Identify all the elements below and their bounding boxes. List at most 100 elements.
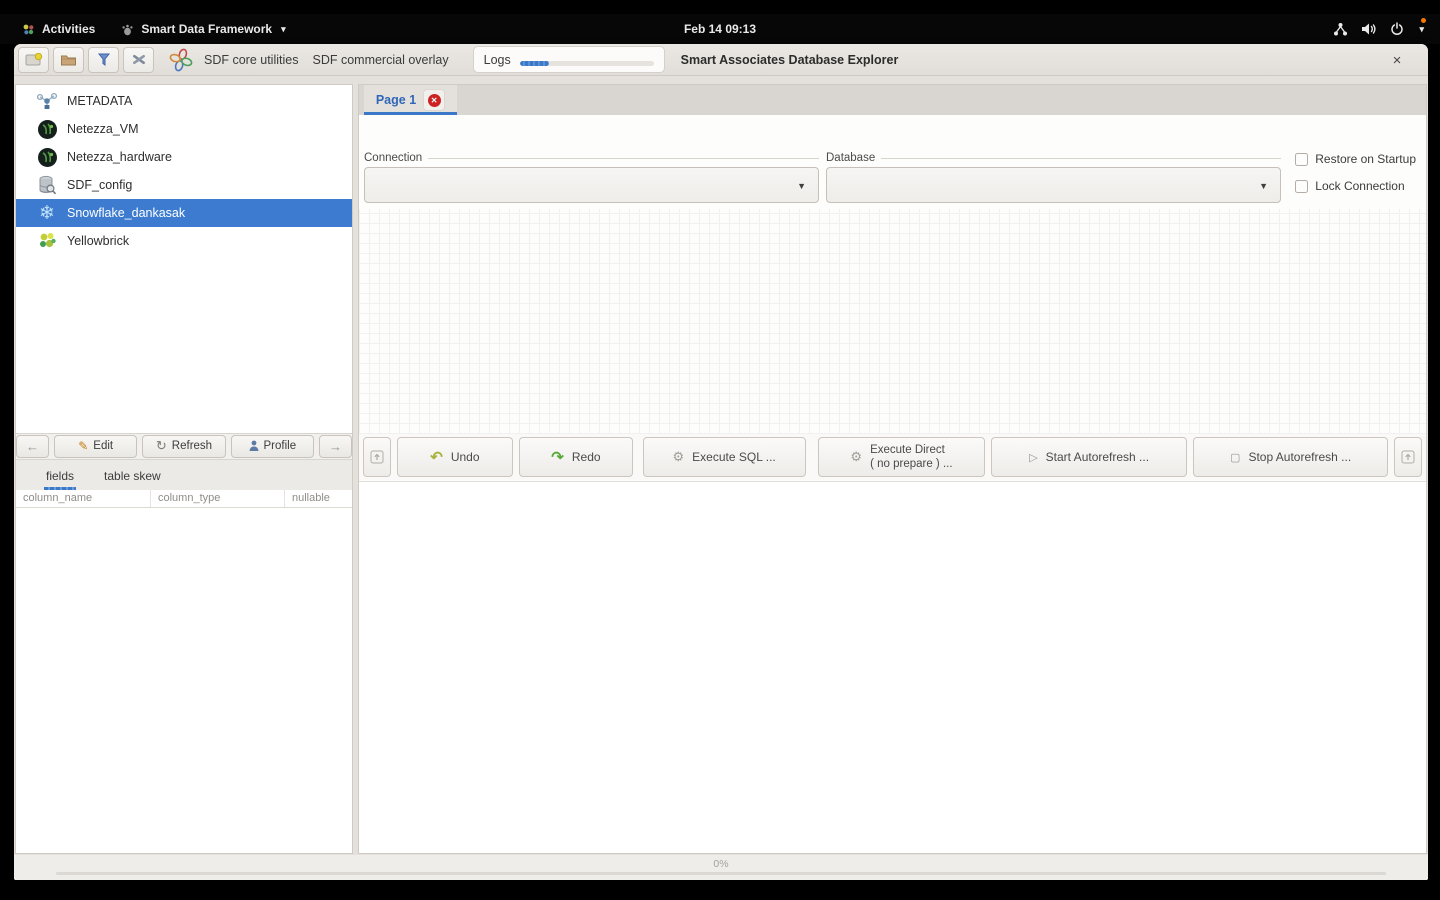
logs-button[interactable]: Logs xyxy=(472,46,665,73)
start-autorefresh-button[interactable]: ▷ Start Autorefresh ... xyxy=(991,437,1187,477)
nav-back-button[interactable]: ← xyxy=(16,434,49,458)
main-panel: Page 1 ✕ Connection ▼ Database ▼ Restore… xyxy=(358,84,1427,854)
play-icon: ▷ xyxy=(1029,451,1038,464)
database-combobox[interactable]: ▼ xyxy=(826,167,1281,203)
status-progress-text: 0% xyxy=(713,858,729,870)
tab-close-button[interactable]: ✕ xyxy=(423,89,446,111)
fields-table-body xyxy=(16,507,352,853)
sidebar-tabs: fields table skew xyxy=(16,459,352,490)
menu-sdf-core-utilities[interactable]: SDF core utilities xyxy=(204,53,312,67)
edit-button[interactable]: ✎ Edit xyxy=(54,434,138,458)
status-bar: 0% xyxy=(14,855,1428,880)
sidebar-action-bar: ← ✎ Edit ↻ Refresh Profile → xyxy=(16,432,352,460)
fields-table-header: column_name column_type nullable xyxy=(16,489,352,508)
redo-label: Redo xyxy=(571,450,601,464)
start-autorefresh-label: Start Autorefresh ... xyxy=(1045,450,1150,464)
page-body: Connection ▼ Database ▼ Restore on Start… xyxy=(359,115,1426,853)
status-progress-trough xyxy=(56,872,1386,875)
screenshot-button[interactable] xyxy=(18,46,49,73)
restore-on-startup-checkbox[interactable]: Restore on Startup xyxy=(1295,152,1416,166)
nav-forward-button[interactable]: → xyxy=(318,434,352,458)
tree-item-yellowbrick[interactable]: Yellowbrick xyxy=(16,227,352,255)
connections-tree: METADATA Netezza_VM Netezza_hardware SDF… xyxy=(16,85,352,433)
tree-item-label: SDF_config xyxy=(67,178,133,192)
execute-sql-button[interactable]: ⚙ Execute SQL ... xyxy=(642,437,806,477)
yellowbrick-cluster-icon xyxy=(36,230,58,252)
headerbar: SDF core utilities SDF commercial overla… xyxy=(14,44,1428,76)
close-circle-icon: ✕ xyxy=(427,93,441,107)
tab-table-skew-label: table skew xyxy=(104,468,161,483)
undo-label: Undo xyxy=(450,450,480,464)
connection-legend-label: Connection xyxy=(364,152,423,164)
column-header-nullable[interactable]: nullable xyxy=(285,490,352,507)
arrow-left-icon: ← xyxy=(26,438,39,454)
page-tabstrip: Page 1 ✕ xyxy=(359,85,1426,115)
query-grid-canvas[interactable] xyxy=(359,209,1426,434)
tab-page-1[interactable]: Page 1 ✕ xyxy=(364,85,457,115)
tab-page-1-label: Page 1 xyxy=(375,93,417,107)
notification-dot xyxy=(1421,18,1426,23)
export-arrow-icon xyxy=(370,450,384,464)
tree-item-netezza-vm[interactable]: Netezza_VM xyxy=(16,115,352,143)
crossed-tools-icon xyxy=(132,54,145,65)
tab-table-skew[interactable]: table skew xyxy=(102,464,163,490)
redo-icon: ↷ xyxy=(551,449,564,466)
results-area[interactable] xyxy=(359,481,1426,853)
database-frame: Database ▼ xyxy=(826,152,1281,203)
aux-left-button[interactable] xyxy=(363,437,391,477)
checkbox-icon xyxy=(1295,179,1309,193)
open-folder-button[interactable] xyxy=(53,46,84,73)
column-header-name[interactable]: column_name xyxy=(16,489,151,507)
combo-arrow-icon: ▼ xyxy=(797,181,806,191)
network-icon xyxy=(1334,22,1348,35)
window-close-button[interactable]: × xyxy=(1388,51,1406,69)
gnome-top-bar: Activities Smart Data Framework ▾ Feb 14… xyxy=(0,14,1440,44)
engine-icon: ⚙ xyxy=(850,449,863,464)
profile-button[interactable]: Profile xyxy=(230,434,314,458)
undo-button[interactable]: ↶ Undo xyxy=(396,437,514,477)
export-arrow-icon xyxy=(1401,450,1415,464)
menu-sdf-commercial-overlay[interactable]: SDF commercial overlay xyxy=(312,53,462,67)
database-legend: Database xyxy=(826,152,1281,164)
execute-sql-label: Execute SQL ... xyxy=(692,450,776,464)
execute-direct-button[interactable]: ⚙ Execute Direct ( no prepare ) ... xyxy=(817,437,986,477)
connection-combobox[interactable]: ▼ xyxy=(364,167,819,203)
refresh-button-label: Refresh xyxy=(171,440,213,452)
metadata-graph-icon xyxy=(36,90,58,112)
connection-frame: Connection ▼ xyxy=(364,152,819,203)
tree-item-label: Yellowbrick xyxy=(67,234,130,248)
sdf-logo-icon xyxy=(169,48,193,71)
column-header-type[interactable]: column_type xyxy=(151,489,285,507)
volume-icon xyxy=(1362,23,1377,35)
stop-autorefresh-button[interactable]: ▢ Stop Autorefresh ... xyxy=(1192,437,1389,477)
power-icon xyxy=(1391,22,1404,36)
tree-item-snowflake-selected[interactable]: ❄ Snowflake_dankasak xyxy=(16,199,352,227)
edit-button-label: Edit xyxy=(93,440,114,452)
tree-item-metadata[interactable]: METADATA xyxy=(16,87,352,115)
clock[interactable]: Feb 14 09:13 xyxy=(0,22,1440,36)
tree-item-label: METADATA xyxy=(67,94,133,108)
lock-connection-checkbox[interactable]: Lock Connection xyxy=(1295,179,1416,193)
redo-button[interactable]: ↷ Redo xyxy=(519,437,633,477)
database-legend-label: Database xyxy=(826,152,876,164)
tools-button[interactable] xyxy=(123,46,154,73)
connection-options: Restore on Startup Lock Connection xyxy=(1295,152,1416,193)
tree-item-netezza-hardware[interactable]: Netezza_hardware xyxy=(16,143,352,171)
profile-button-label: Profile xyxy=(263,440,297,452)
lock-connection-label: Lock Connection xyxy=(1315,179,1405,193)
app-window: SDF core utilities SDF commercial overla… xyxy=(14,44,1428,880)
refresh-button[interactable]: ↻ Refresh xyxy=(142,434,226,458)
tree-item-sdf-config[interactable]: SDF_config xyxy=(16,171,352,199)
stop-autorefresh-label: Stop Autorefresh ... xyxy=(1248,450,1352,464)
aux-right-button[interactable] xyxy=(1394,437,1422,477)
tab-fields[interactable]: fields xyxy=(44,464,77,490)
combo-arrow-icon: ▼ xyxy=(1259,181,1268,191)
refresh-icon: ↻ xyxy=(155,438,167,453)
execution-toolbar: ↶ Undo ↷ Redo ⚙ Execute SQL ... ⚙ Execut… xyxy=(359,434,1426,480)
filter-button[interactable] xyxy=(88,46,119,73)
pencil-icon: ✎ xyxy=(78,439,89,453)
system-tray[interactable]: ▾ xyxy=(1333,14,1424,44)
undo-icon: ↶ xyxy=(430,449,443,466)
logs-progress-fill xyxy=(519,61,550,66)
window-title: Smart Associates Database Explorer xyxy=(680,52,899,67)
